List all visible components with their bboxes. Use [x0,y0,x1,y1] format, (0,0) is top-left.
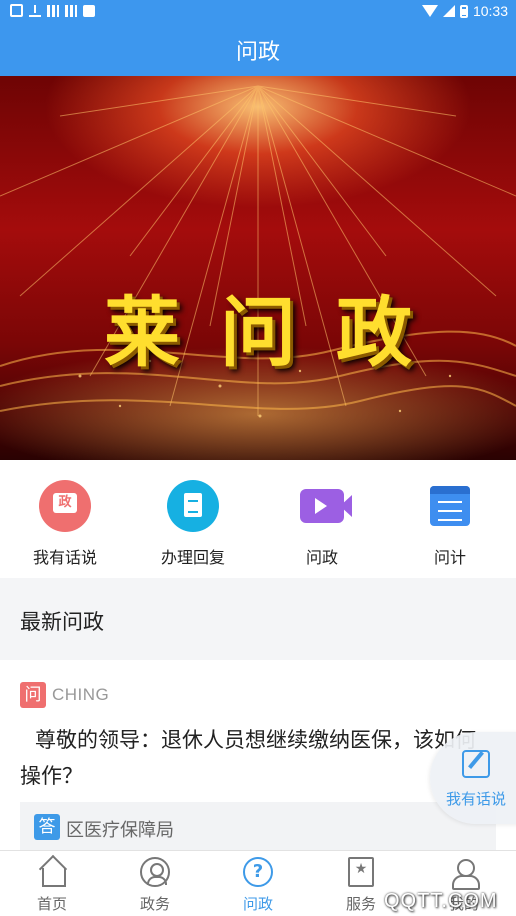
qr-icon-2 [65,4,77,17]
answer-box: 答 区医疗保障局 [20,802,496,850]
quick-menu-advice[interactable]: 问计 [400,480,500,568]
quick-menu-ask[interactable]: 问政 [272,480,372,568]
edit-icon [462,750,490,778]
notification-square-icon [10,4,23,17]
battery-icon [459,4,468,18]
clock: 10:33 [472,3,508,19]
light-rays-decoration [0,85,516,418]
download-icon [29,4,41,17]
floating-button-label: 我有话说 [446,790,507,808]
quick-menu-label: 问政 [305,548,338,567]
page-title: 问政 [235,40,280,65]
section-title: 最新问政 [20,610,104,634]
app-bar: 问政 [0,24,516,76]
banner-title: 莱问政 [104,288,452,377]
nav-label: 政务 [139,895,170,913]
watermark: QQTT.COM [384,890,498,912]
document-icon [167,480,219,532]
question-tag: 问 [20,682,46,708]
status-bar: 10:33 [0,0,516,24]
post-content: 尊敬的领导：退休人员想继续缴纳医保，该如何操作？ [20,728,476,788]
quick-menu-label: 办理回复 [160,548,225,567]
answer-tag: 答 [34,814,60,840]
quick-menu-label: 我有话说 [32,548,97,567]
answer-department: 区医疗保障局 [66,820,174,841]
nav-item-ask[interactable]: 问政 [218,857,298,914]
notification-icons [10,4,95,17]
post-meta: 问 CHING [20,682,109,708]
quick-menu-label: 问计 [433,548,466,567]
speech-bubble-icon [39,480,91,532]
question-bubble-icon [243,857,273,887]
star-bookmark-icon [348,857,374,887]
section-header: 最新问政 [0,578,516,660]
post-author: CHING [52,685,110,704]
nav-item-gov[interactable]: 政务 [115,857,195,914]
floating-speak-button[interactable]: 我有话说 [430,732,516,824]
banner-image[interactable]: 莱问政 [0,76,516,460]
quick-menu-reply[interactable]: 办理回复 [143,480,243,568]
system-icons: 10:33 [421,3,508,19]
nav-label: 首页 [36,895,67,913]
screen: 10:33 问政 莱问政 政 我有话说 办理回复 问政 问计 最新问政 问 CH… [0,0,516,916]
wifi-icon [421,5,438,17]
qr-icon [47,4,59,17]
user-icon [449,857,480,890]
quick-menu-speak[interactable]: 我有话说 [15,480,115,568]
signal-icon [442,5,455,17]
quick-menu: 我有话说 办理回复 问政 问计 [0,460,516,578]
app-notification-icon [83,4,95,17]
notes-icon [430,486,470,526]
video-camera-icon [300,489,352,523]
person-circle-icon [140,857,170,887]
nav-item-home[interactable]: 首页 [12,857,92,914]
home-icon [37,857,67,887]
nav-label: 问政 [242,895,273,913]
